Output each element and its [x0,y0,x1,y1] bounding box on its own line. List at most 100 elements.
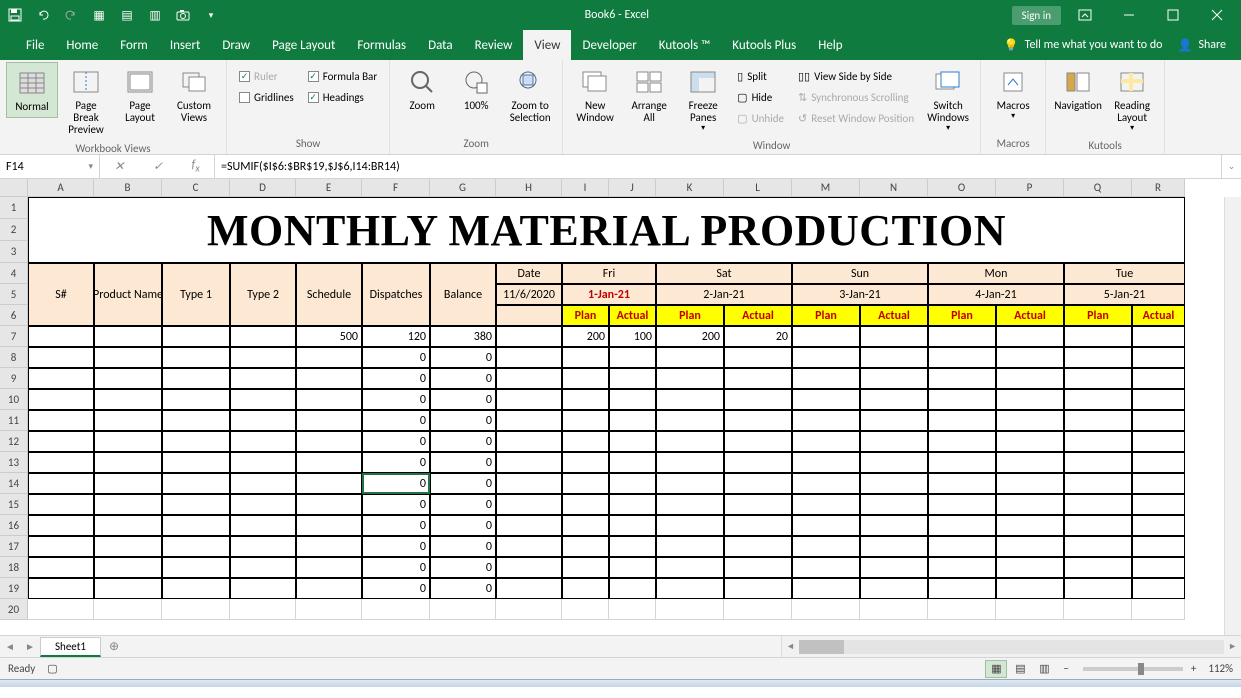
cell[interactable] [562,410,609,431]
arrangeall-button[interactable]: Arrange All [623,62,675,128]
cell[interactable]: 0 [362,557,430,578]
cell[interactable] [496,431,562,452]
cell[interactable] [1064,557,1132,578]
cell[interactable] [996,452,1064,473]
cell[interactable]: Type 1 [162,263,230,326]
cell[interactable] [860,515,928,536]
cell[interactable]: Actual [1132,305,1185,326]
cell[interactable]: Sun [792,263,928,284]
cell[interactable]: 0 [362,347,430,368]
cell[interactable] [28,410,94,431]
cell[interactable] [28,599,94,620]
cell[interactable] [94,599,162,620]
cell[interactable] [94,557,162,578]
cell[interactable]: 0 [430,494,496,515]
navigation-button[interactable]: Navigation [1052,62,1104,116]
cell[interactable] [928,368,996,389]
chevron-down-icon[interactable]: ▾ [88,161,93,172]
cell[interactable] [296,410,362,431]
cell[interactable] [860,368,928,389]
cell[interactable]: Actual [724,305,792,326]
pagebreak-view-icon[interactable]: ▥ [1033,660,1055,678]
cell[interactable]: 0 [362,578,430,599]
zoom-button[interactable]: Zoom [396,62,448,116]
cell[interactable] [609,410,656,431]
menu-draw[interactable]: Draw [211,30,261,60]
cell[interactable]: 0 [430,557,496,578]
formula-expand-icon[interactable]: ⌄ [1221,155,1241,178]
menu-file[interactable]: File [15,30,55,60]
cell[interactable] [609,578,656,599]
cell[interactable] [928,431,996,452]
cell[interactable] [230,473,296,494]
cell[interactable]: 0 [362,473,430,494]
cell[interactable] [496,473,562,494]
cell[interactable]: 0 [362,368,430,389]
cell[interactable] [1064,326,1132,347]
cell[interactable] [162,452,230,473]
cell[interactable] [792,599,860,620]
cell[interactable] [230,599,296,620]
cell[interactable] [1132,578,1185,599]
cell[interactable] [296,431,362,452]
cell[interactable] [609,557,656,578]
cell[interactable] [94,494,162,515]
cell[interactable] [162,368,230,389]
col-head-L[interactable]: L [724,179,792,197]
col-head-B[interactable]: B [94,179,162,197]
cell[interactable]: 100 [609,326,656,347]
cell[interactable] [656,368,724,389]
zoom-out-icon[interactable]: − [1063,662,1068,675]
cell[interactable] [1064,473,1132,494]
cell[interactable]: S# [28,263,94,326]
syncscroll-button[interactable]: ⇅Synchronous Scrolling [794,87,918,107]
cell[interactable] [162,599,230,620]
menu-home[interactable]: Home [55,30,109,60]
menu-pagelayout[interactable]: Page Layout [261,30,346,60]
cell[interactable] [860,494,928,515]
cell[interactable] [609,536,656,557]
cell[interactable] [94,368,162,389]
cell[interactable]: 120 [362,326,430,347]
cell[interactable] [162,578,230,599]
cell[interactable] [562,536,609,557]
cell[interactable] [996,389,1064,410]
select-all-corner[interactable] [0,179,28,197]
minimize-icon[interactable] [1109,5,1149,25]
cell[interactable] [162,557,230,578]
save-icon[interactable] [4,4,26,26]
cell[interactable] [230,452,296,473]
cell[interactable] [792,326,860,347]
cell[interactable] [928,326,996,347]
col-head-E[interactable]: E [296,179,362,197]
normal-view-button[interactable]: Normal [6,62,58,118]
sidebyside-button[interactable]: ▯▯View Side by Side [794,66,918,86]
cell[interactable] [996,494,1064,515]
tab-prev-icon[interactable]: ◄ [0,636,20,657]
menu-form[interactable]: Form [109,30,159,60]
cell[interactable] [496,515,562,536]
cell[interactable] [562,578,609,599]
cell[interactable] [996,536,1064,557]
cell[interactable]: Plan [792,305,860,326]
close-icon[interactable] [1197,5,1237,25]
cell[interactable] [1064,389,1132,410]
cell[interactable] [94,578,162,599]
row-head-1[interactable]: 1 [0,197,28,219]
cell[interactable]: 11/6/2020 [496,284,562,305]
cell[interactable] [1132,536,1185,557]
cell[interactable] [562,494,609,515]
cell[interactable]: Plan [656,305,724,326]
cell[interactable] [860,536,928,557]
cell[interactable]: MONTHLY MATERIAL PRODUCTION [28,197,1185,263]
cell[interactable]: Plan [928,305,996,326]
cell[interactable]: Product Name [94,263,162,326]
row-head-20[interactable]: 20 [0,599,28,620]
cell[interactable] [724,599,792,620]
newwindow-button[interactable]: New Window [569,62,621,128]
cell[interactable] [1132,515,1185,536]
cell[interactable] [28,347,94,368]
menu-review[interactable]: Review [464,30,524,60]
cell[interactable] [860,599,928,620]
cell[interactable] [792,410,860,431]
